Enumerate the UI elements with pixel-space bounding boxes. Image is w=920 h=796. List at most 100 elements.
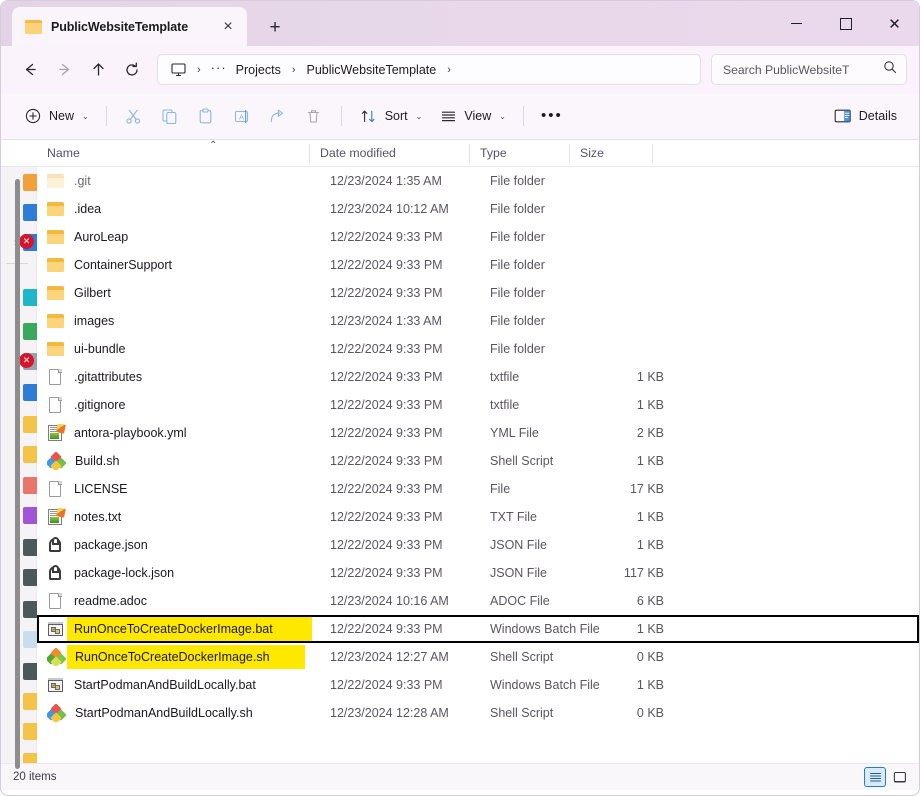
- nav-pane-item-icon: [23, 289, 37, 306]
- table-row[interactable]: ui-bundle12/22/2024 9:33 PMFile folder: [37, 335, 919, 363]
- table-row[interactable]: RunOnceToCreateDockerImage.bat 12/22/2024…: [37, 615, 919, 643]
- file-name-cell[interactable]: antora-playbook.yml: [47, 424, 320, 442]
- sort-button[interactable]: Sort ⌄: [351, 100, 431, 132]
- explorer-body: ›✕✕ .git12/23/2024 1:35 AMFile folder.id…: [1, 167, 919, 790]
- back-button[interactable]: [13, 53, 47, 87]
- search-icon[interactable]: [883, 60, 897, 79]
- file-name-cell[interactable]: Build.sh: [47, 452, 320, 470]
- file-name-cell[interactable]: readme.adoc: [47, 592, 320, 610]
- file-size-cell: 1 KB: [590, 454, 664, 468]
- forward-button[interactable]: [47, 53, 81, 87]
- close-tab-icon[interactable]: ×: [215, 14, 241, 40]
- file-name-cell[interactable]: StartPodmanAndBuildLocally.bat: [47, 676, 320, 694]
- navigation-pane[interactable]: ›✕✕: [1, 167, 37, 790]
- file-name-label: RunOnceToCreateDockerImage.bat: [74, 622, 273, 636]
- file-type-cell: Windows Batch File: [480, 622, 590, 636]
- file-name-label: notes.txt: [74, 510, 121, 524]
- date-modified-cell: 12/23/2024 1:33 AM: [320, 314, 480, 328]
- breadcrumb-item-projects[interactable]: Projects: [232, 61, 285, 79]
- breadcrumb[interactable]: › ··· Projects › PublicWebsiteTemplate ›: [157, 54, 701, 85]
- new-button[interactable]: New ⌄: [15, 100, 97, 132]
- large-icons-view-button[interactable]: [889, 767, 911, 787]
- table-row[interactable]: readme.adoc12/23/2024 10:16 AMADOC File6…: [37, 587, 919, 615]
- file-name-cell[interactable]: notes.txt: [47, 508, 320, 526]
- file-name-cell[interactable]: .gitignore: [47, 396, 320, 414]
- file-name-cell[interactable]: AuroLeap: [47, 228, 320, 246]
- file-name-cell[interactable]: package-lock.json: [47, 564, 320, 582]
- table-row[interactable]: StartPodmanAndBuildLocally.sh12/23/2024 …: [37, 699, 919, 727]
- rename-button[interactable]: A: [224, 100, 260, 132]
- file-name-cell[interactable]: RunOnceToCreateDockerImage.bat: [47, 620, 320, 638]
- file-name-cell[interactable]: Gilbert: [47, 284, 320, 302]
- blank-file-icon: [47, 396, 64, 414]
- table-row[interactable]: StartPodmanAndBuildLocally.bat12/22/2024…: [37, 671, 919, 699]
- file-type-cell: Shell Script: [480, 706, 590, 720]
- chevron-down-icon[interactable]: ⌄: [497, 112, 506, 121]
- table-row[interactable]: Gilbert12/22/2024 9:33 PMFile folder: [37, 279, 919, 307]
- chevron-down-icon[interactable]: ⌄: [80, 112, 89, 121]
- refresh-button[interactable]: [115, 53, 149, 87]
- cut-button[interactable]: [116, 100, 152, 132]
- breadcrumb-separator: ›: [287, 64, 301, 76]
- details-pane-button[interactable]: Details: [825, 100, 905, 132]
- file-name-cell[interactable]: RunOnceToCreateDockerImage.sh: [47, 648, 320, 666]
- maximize-button[interactable]: [821, 1, 870, 46]
- breadcrumb-separator: ›: [192, 64, 206, 76]
- file-type-cell: txtfile: [480, 370, 590, 384]
- file-name-cell[interactable]: images: [47, 312, 320, 330]
- table-row[interactable]: .gitattributes12/22/2024 9:33 PMtxtfile1…: [37, 363, 919, 391]
- table-row[interactable]: antora-playbook.yml12/22/2024 9:33 PMYML…: [37, 419, 919, 447]
- column-header-size[interactable]: Size: [570, 140, 653, 167]
- date-modified-cell: 12/22/2024 9:33 PM: [320, 230, 480, 244]
- column-header-date-modified[interactable]: Date modified: [310, 140, 470, 167]
- file-name-cell[interactable]: .gitattributes: [47, 368, 320, 386]
- date-modified-cell: 12/22/2024 9:33 PM: [320, 622, 480, 636]
- table-row[interactable]: notes.txt12/22/2024 9:33 PMTXT File1 KB: [37, 503, 919, 531]
- new-tab-button[interactable]: +: [259, 11, 291, 43]
- search-box[interactable]: Search PublicWebsiteT: [711, 54, 907, 85]
- column-divider[interactable]: [652, 144, 653, 163]
- this-pc-icon[interactable]: [166, 63, 190, 77]
- file-name-cell[interactable]: LICENSE: [47, 480, 320, 498]
- paste-button[interactable]: [188, 100, 224, 132]
- table-row[interactable]: package.json12/22/2024 9:33 PMJSON File1…: [37, 531, 919, 559]
- column-header-type[interactable]: Type: [470, 140, 570, 167]
- table-row[interactable]: LICENSE12/22/2024 9:33 PMFile17 KB: [37, 475, 919, 503]
- date-modified-cell: 12/23/2024 12:28 AM: [320, 706, 480, 720]
- file-list[interactable]: .git12/23/2024 1:35 AMFile folder.idea12…: [37, 167, 919, 790]
- close-window-button[interactable]: ✕: [870, 1, 919, 46]
- table-row[interactable]: Build.sh12/22/2024 9:33 PMShell Script1 …: [37, 447, 919, 475]
- table-row[interactable]: ContainerSupport12/22/2024 9:33 PMFile f…: [37, 251, 919, 279]
- file-type-cell: Windows Batch File: [480, 678, 590, 692]
- file-name-cell[interactable]: .git: [47, 172, 320, 190]
- file-name-cell[interactable]: StartPodmanAndBuildLocally.sh: [47, 704, 320, 722]
- table-row[interactable]: package-lock.json12/22/2024 9:33 PMJSON …: [37, 559, 919, 587]
- column-headers: Name Date modified Type Size ⌃: [1, 140, 919, 167]
- table-row[interactable]: images12/23/2024 1:33 AMFile folder: [37, 307, 919, 335]
- share-button[interactable]: [260, 100, 296, 132]
- view-button[interactable]: View ⌄: [430, 100, 514, 132]
- file-name-cell[interactable]: package.json: [47, 536, 320, 554]
- shell-script-green-icon: [47, 648, 65, 666]
- table-row[interactable]: .git12/23/2024 1:35 AMFile folder: [37, 167, 919, 195]
- delete-button[interactable]: [296, 100, 332, 132]
- chevron-down-icon[interactable]: ⌄: [414, 112, 423, 121]
- breadcrumb-item-publicwebsitetemplate[interactable]: PublicWebsiteTemplate: [303, 61, 441, 79]
- search-input[interactable]: Search PublicWebsiteT: [723, 63, 883, 77]
- details-view-button[interactable]: [864, 767, 886, 787]
- file-name-cell[interactable]: ui-bundle: [47, 340, 320, 358]
- tab-public-website-template[interactable]: PublicWebsiteTemplate ×: [12, 7, 247, 46]
- copy-button[interactable]: [152, 100, 188, 132]
- breadcrumb-overflow-button[interactable]: ···: [208, 60, 230, 79]
- minimize-button[interactable]: [772, 1, 821, 46]
- file-name-cell[interactable]: ContainerSupport: [47, 256, 320, 274]
- table-row[interactable]: .idea12/23/2024 10:12 AMFile folder: [37, 195, 919, 223]
- more-options-button[interactable]: •••: [533, 100, 571, 132]
- up-button[interactable]: [81, 53, 115, 87]
- navigation-pane-scrollbar[interactable]: [15, 179, 20, 769]
- table-row[interactable]: RunOnceToCreateDockerImage.sh12/23/2024 …: [37, 643, 919, 671]
- table-row[interactable]: AuroLeap12/22/2024 9:33 PMFile folder: [37, 223, 919, 251]
- file-name-cell[interactable]: .idea: [47, 200, 320, 218]
- column-header-name[interactable]: Name: [37, 140, 310, 167]
- table-row[interactable]: .gitignore12/22/2024 9:33 PMtxtfile1 KB: [37, 391, 919, 419]
